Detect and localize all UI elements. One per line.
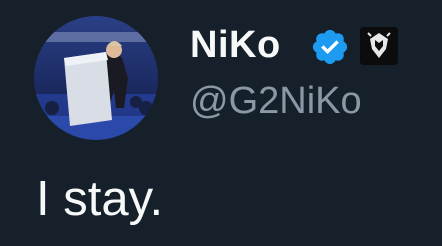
tweet-text: I stay. bbox=[36, 172, 164, 226]
avatar[interactable] bbox=[34, 16, 158, 140]
user-handle[interactable]: @G2NiKo bbox=[190, 78, 362, 124]
verified-badge-icon bbox=[312, 29, 348, 65]
tweet-card: NiKo @G2NiKo I stay. bbox=[0, 0, 442, 246]
avatar-photo bbox=[34, 16, 158, 140]
g2-logo-icon[interactable] bbox=[360, 27, 398, 65]
display-name[interactable]: NiKo bbox=[190, 22, 281, 68]
